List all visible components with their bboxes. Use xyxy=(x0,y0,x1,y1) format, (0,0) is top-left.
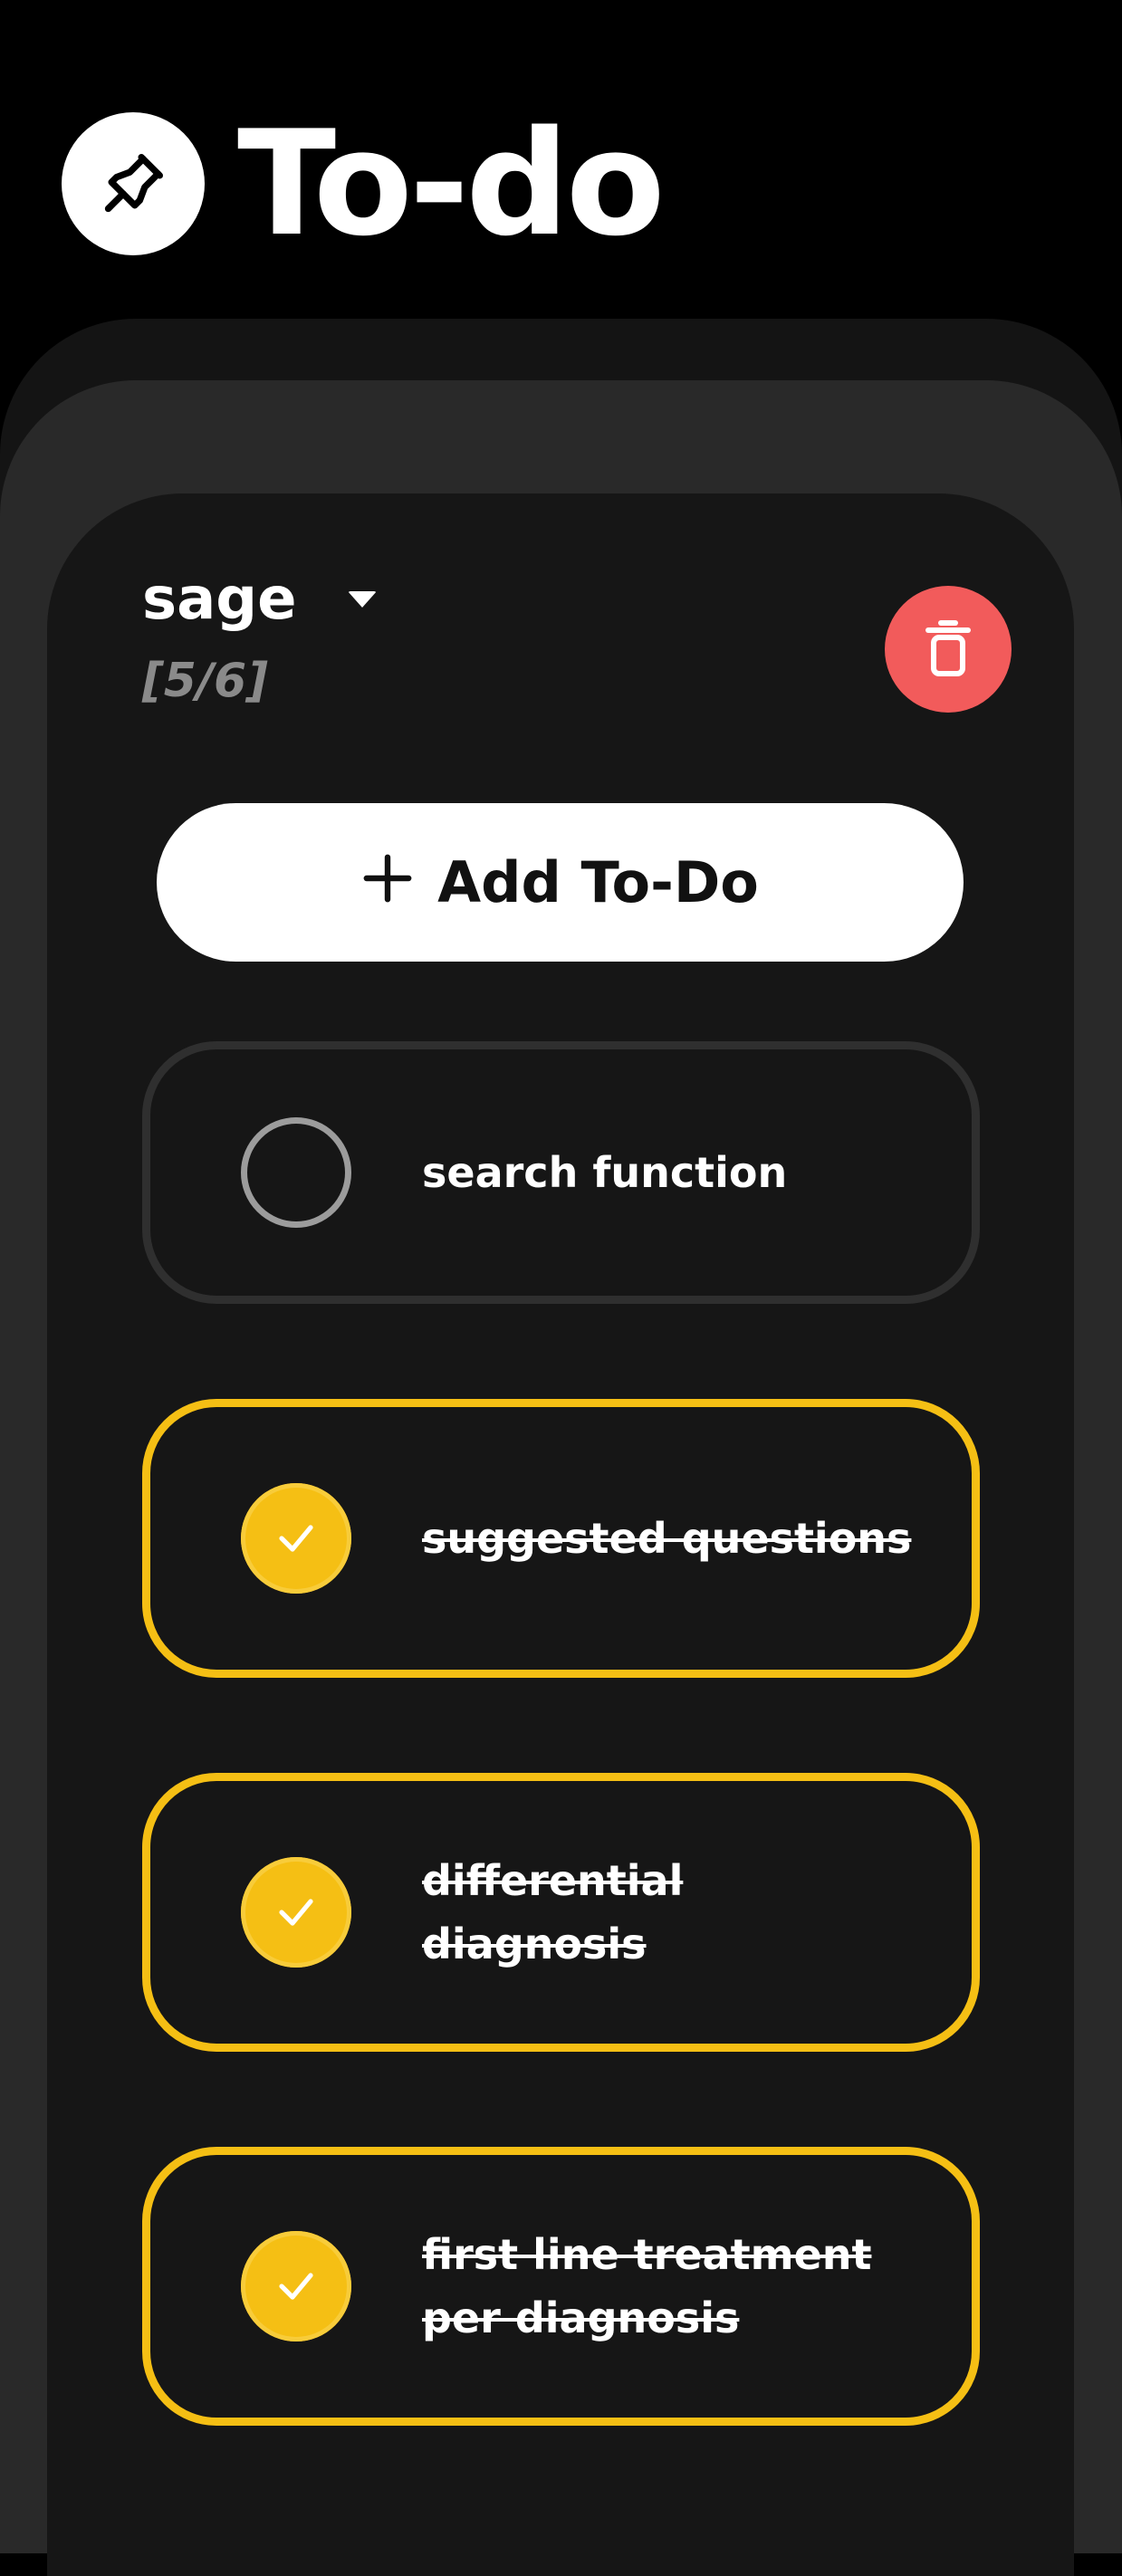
pushpin-icon xyxy=(62,112,205,255)
caret-down-icon[interactable] xyxy=(347,591,377,608)
plus-icon xyxy=(361,844,414,916)
progress-count: [5/6] xyxy=(142,654,268,708)
checkmark-icon xyxy=(279,2273,313,2300)
trash-icon xyxy=(925,620,971,676)
todo-item[interactable]: suggested questions xyxy=(142,1399,980,1678)
todo-item[interactable]: differential diagnosis xyxy=(142,1773,980,2052)
checkbox-unchecked[interactable] xyxy=(241,1117,351,1228)
page-title: To-do xyxy=(237,99,666,268)
list-selector[interactable]: sage xyxy=(142,570,377,628)
checkmark-icon xyxy=(279,1525,313,1552)
add-todo-label: Add To-Do xyxy=(437,848,759,915)
add-todo-button[interactable]: Add To-Do xyxy=(157,803,964,962)
todo-text: search function xyxy=(422,1148,788,1197)
list-header: sage [5/6] xyxy=(142,570,377,704)
todo-item[interactable]: first line treatment per diagnosis xyxy=(142,2147,980,2426)
delete-list-button[interactable] xyxy=(885,586,1012,713)
checkbox-checked[interactable] xyxy=(241,1857,351,1968)
todo-text: first line treatment per diagnosis xyxy=(422,2230,872,2342)
todo-text: suggested questions xyxy=(422,1514,912,1563)
list-name: sage xyxy=(142,566,297,633)
app-header: To-do xyxy=(62,99,666,268)
checkbox-checked[interactable] xyxy=(241,1483,351,1594)
todo-text: differential diagnosis xyxy=(422,1856,684,1968)
todo-item[interactable]: search function xyxy=(142,1041,980,1304)
checkbox-checked[interactable] xyxy=(241,2231,351,2341)
checkmark-icon xyxy=(279,1899,313,1926)
